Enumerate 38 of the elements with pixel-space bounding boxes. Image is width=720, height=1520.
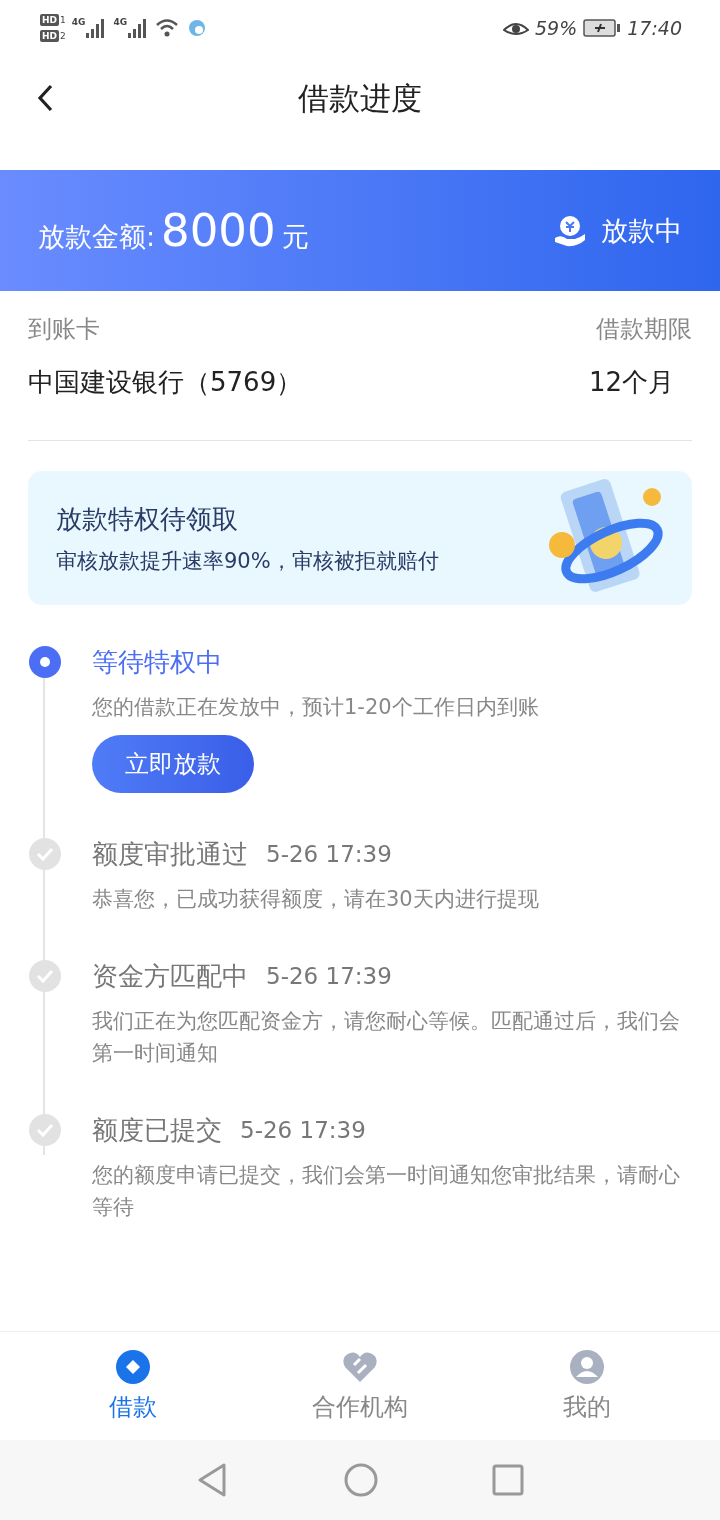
step-title: 资金方匹配中: [92, 959, 248, 993]
privilege-title: 放款特权待领取: [56, 502, 239, 536]
step-title: 等待特权中: [92, 645, 222, 679]
step-description: 您的额度申请已提交，我们会第一时间通知您审批结果，请耐心等待: [92, 1162, 681, 1221]
network-label: 4G: [113, 16, 128, 27]
network-label: 4G: [71, 16, 86, 27]
disbursement-status: 放款中: [601, 213, 682, 248]
page-title: 借款进度: [298, 79, 422, 118]
tab[interactable]: 合作机构: [280, 1349, 440, 1423]
step-time: 5-26 17:39: [266, 841, 392, 867]
amount-value: 8000: [161, 204, 276, 257]
card-label: 到账卡: [28, 314, 100, 345]
step-description: 我们正在为您匹配资金方，请您耐心等候。匹配通过后，我们会第一时间通知: [92, 1008, 681, 1067]
step-description: 您的借款正在发放中，预计1-20个工作日内到账: [92, 694, 540, 721]
battery-icon: [583, 17, 622, 38]
privilege-card[interactable]: 放款特权待领取 审核放款提升速率90%，审核被拒就赔付: [28, 471, 692, 605]
recents-nav-icon[interactable]: [491, 1464, 524, 1496]
privilege-subtitle: 审核放款提升速率90%，审核被拒就赔付: [56, 547, 439, 575]
amount-unit: 元: [281, 220, 309, 254]
app-notification-icon: [187, 17, 208, 38]
money-hand-icon: [553, 213, 587, 248]
step-title: 额度审批通过: [92, 837, 248, 871]
step-time: 5-26 17:39: [240, 1117, 366, 1143]
bank-name: 中国建设银行（5769）: [28, 366, 303, 399]
amount-label: 放款金额:: [38, 220, 156, 254]
step-description: 恭喜您，已成功获得额度，请在30天内进行提现: [92, 886, 540, 913]
profile-icon: [568, 1349, 605, 1385]
battery-percent: 59%: [535, 16, 578, 39]
disburse-button[interactable]: 立即放款: [92, 735, 254, 793]
current-step-icon: [28, 645, 62, 679]
term-label: 借款期限: [596, 314, 692, 345]
tab[interactable]: 借款: [53, 1349, 214, 1423]
step-time: 5-26 17:39: [266, 963, 392, 989]
clock: 17:40: [627, 16, 682, 39]
tab[interactable]: 我的: [506, 1349, 667, 1423]
loan-term: 12个月: [588, 366, 674, 399]
home-nav-icon[interactable]: [343, 1462, 379, 1498]
step-title: 额度已提交: [92, 1113, 222, 1147]
